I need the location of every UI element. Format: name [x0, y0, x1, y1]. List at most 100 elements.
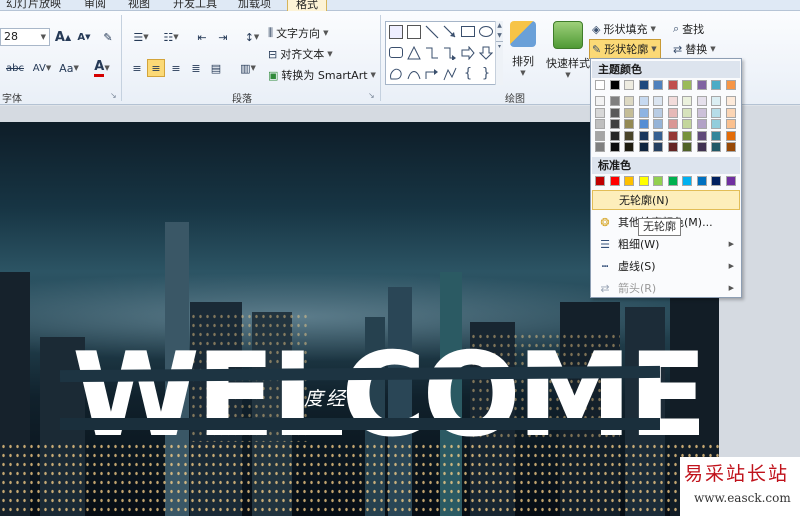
arrange-button[interactable]: 排列 ▼ — [510, 21, 536, 77]
standard-color-swatch[interactable] — [624, 176, 634, 186]
theme-color-swatch[interactable] — [653, 130, 663, 141]
theme-color-swatch[interactable] — [609, 119, 620, 129]
theme-color-swatch[interactable] — [711, 80, 721, 90]
theme-color-swatch[interactable] — [696, 96, 707, 106]
down-arrow-shape-icon[interactable] — [478, 46, 494, 60]
curve-shape-icon[interactable] — [407, 67, 421, 81]
theme-color-swatch[interactable] — [667, 119, 678, 129]
theme-color-swatch[interactable] — [653, 107, 663, 118]
strikethrough-button[interactable]: abc — [4, 59, 26, 77]
dashes-item[interactable]: ┅ 虚线(S) ▶ — [592, 256, 740, 276]
right-brace-icon[interactable]: } — [479, 67, 493, 81]
theme-color-swatch[interactable] — [667, 80, 678, 90]
tab-slideshow[interactable]: 幻灯片放映 — [6, 0, 61, 11]
replace-button[interactable]: ⇄ 替换 ▼ — [673, 41, 716, 57]
gallery-scroll[interactable]: ▲ ▼ ▾ — [495, 21, 503, 85]
standard-color-swatch[interactable] — [696, 176, 707, 186]
standard-color-swatch[interactable] — [667, 176, 678, 186]
grow-font-button[interactable]: A ▲ — [54, 28, 72, 46]
tab-review[interactable]: 审阅 — [84, 0, 106, 11]
theme-color-swatch[interactable] — [638, 96, 649, 106]
theme-color-swatch[interactable] — [638, 130, 649, 141]
paragraph-dialog-launcher[interactable]: ↘ — [368, 91, 375, 100]
elbow-arrow-icon[interactable] — [443, 46, 457, 61]
theme-color-swatch[interactable] — [609, 107, 620, 118]
theme-color-swatch[interactable] — [653, 80, 663, 90]
theme-color-swatch[interactable] — [595, 130, 605, 141]
triangle-shape-icon[interactable] — [407, 45, 421, 60]
theme-color-swatch[interactable] — [609, 142, 620, 152]
theme-color-swatch[interactable] — [682, 119, 692, 129]
columns-button[interactable]: ▥ ▼ — [236, 59, 260, 77]
bullets-button[interactable]: ☰ ▼ — [128, 28, 154, 46]
theme-color-swatch[interactable] — [696, 119, 707, 129]
theme-color-swatch[interactable] — [696, 130, 707, 141]
character-spacing-button[interactable]: AV ▼ — [30, 59, 54, 77]
theme-color-swatch[interactable] — [725, 96, 736, 106]
standard-color-swatch[interactable] — [682, 176, 692, 186]
theme-color-swatch[interactable] — [609, 96, 620, 106]
theme-color-swatch[interactable] — [682, 142, 692, 152]
theme-color-swatch[interactable] — [696, 80, 707, 90]
theme-color-swatch[interactable] — [653, 96, 663, 106]
tab-view[interactable]: 视图 — [128, 0, 150, 11]
theme-color-swatch[interactable] — [653, 142, 663, 152]
star-shape-icon[interactable] — [389, 67, 403, 81]
vertical-textbox-shape-icon[interactable] — [407, 25, 421, 39]
left-brace-icon[interactable]: { — [461, 67, 475, 81]
theme-color-swatch[interactable] — [638, 107, 649, 118]
theme-color-swatch[interactable] — [595, 142, 605, 152]
align-center-button[interactable]: ≡ — [147, 59, 165, 77]
right-arrow-shape-icon[interactable] — [461, 45, 475, 61]
distributed-button[interactable]: ▤ — [207, 59, 225, 77]
theme-color-swatch[interactable] — [725, 107, 736, 118]
theme-color-swatch[interactable] — [667, 130, 678, 141]
theme-color-swatch[interactable] — [696, 142, 707, 152]
standard-color-swatch[interactable] — [711, 176, 721, 186]
theme-color-swatch[interactable] — [682, 130, 692, 141]
theme-color-swatch[interactable] — [711, 142, 721, 152]
line-spacing-button[interactable]: ↕ ▼ — [240, 28, 264, 46]
quick-styles-button[interactable]: 快速样式 ▼ — [546, 21, 590, 79]
theme-color-swatch[interactable] — [638, 142, 649, 152]
shrink-font-button[interactable]: A ▼ — [75, 28, 93, 46]
theme-color-swatch[interactable] — [595, 107, 605, 118]
align-text-button[interactable]: ⊟ 对齐文本 ▼ — [268, 46, 333, 62]
theme-color-swatch[interactable] — [711, 96, 721, 106]
change-case-button[interactable]: Aa ▼ — [57, 59, 81, 77]
theme-color-swatch[interactable] — [638, 80, 649, 90]
theme-color-swatch[interactable] — [609, 130, 620, 141]
theme-color-swatch[interactable] — [595, 80, 605, 90]
rectangle-shape-icon[interactable] — [461, 26, 475, 37]
tab-format[interactable]: 格式 — [287, 0, 327, 11]
weight-item[interactable]: ☰ 粗细(W) ▶ — [592, 234, 740, 254]
standard-color-swatch[interactable] — [725, 176, 736, 186]
theme-color-swatch[interactable] — [682, 80, 692, 90]
theme-color-swatch[interactable] — [653, 119, 663, 129]
tab-addins[interactable]: 加载项 — [238, 0, 271, 11]
theme-color-swatch[interactable] — [696, 107, 707, 118]
rounded-rect-shape-icon[interactable] — [389, 47, 403, 58]
theme-color-swatch[interactable] — [667, 107, 678, 118]
theme-color-swatch[interactable] — [725, 80, 736, 90]
theme-color-swatch[interactable] — [624, 142, 634, 152]
clear-formatting-button[interactable]: ✎ — [99, 28, 117, 46]
theme-color-swatch[interactable] — [711, 107, 721, 118]
standard-color-swatch[interactable] — [609, 176, 620, 186]
theme-color-swatch[interactable] — [682, 107, 692, 118]
oval-shape-icon[interactable] — [479, 26, 493, 37]
standard-color-swatch[interactable] — [638, 176, 649, 186]
theme-color-swatch[interactable] — [638, 119, 649, 129]
tab-developer[interactable]: 开发工具 — [173, 0, 217, 11]
increase-indent-button[interactable]: ⇥ — [214, 28, 232, 46]
theme-color-swatch[interactable] — [725, 130, 736, 141]
theme-color-swatch[interactable] — [609, 80, 620, 90]
justify-button[interactable]: ≣ — [187, 59, 205, 77]
find-button[interactable]: ⌕ 查找 — [673, 21, 704, 37]
no-outline-item[interactable]: 无轮廓(N) — [592, 190, 740, 210]
font-dialog-launcher[interactable]: ↘ — [110, 91, 117, 100]
theme-color-swatch[interactable] — [725, 142, 736, 152]
theme-color-swatch[interactable] — [595, 96, 605, 106]
standard-color-swatch[interactable] — [653, 176, 663, 186]
textbox-shape-icon[interactable] — [389, 25, 403, 39]
